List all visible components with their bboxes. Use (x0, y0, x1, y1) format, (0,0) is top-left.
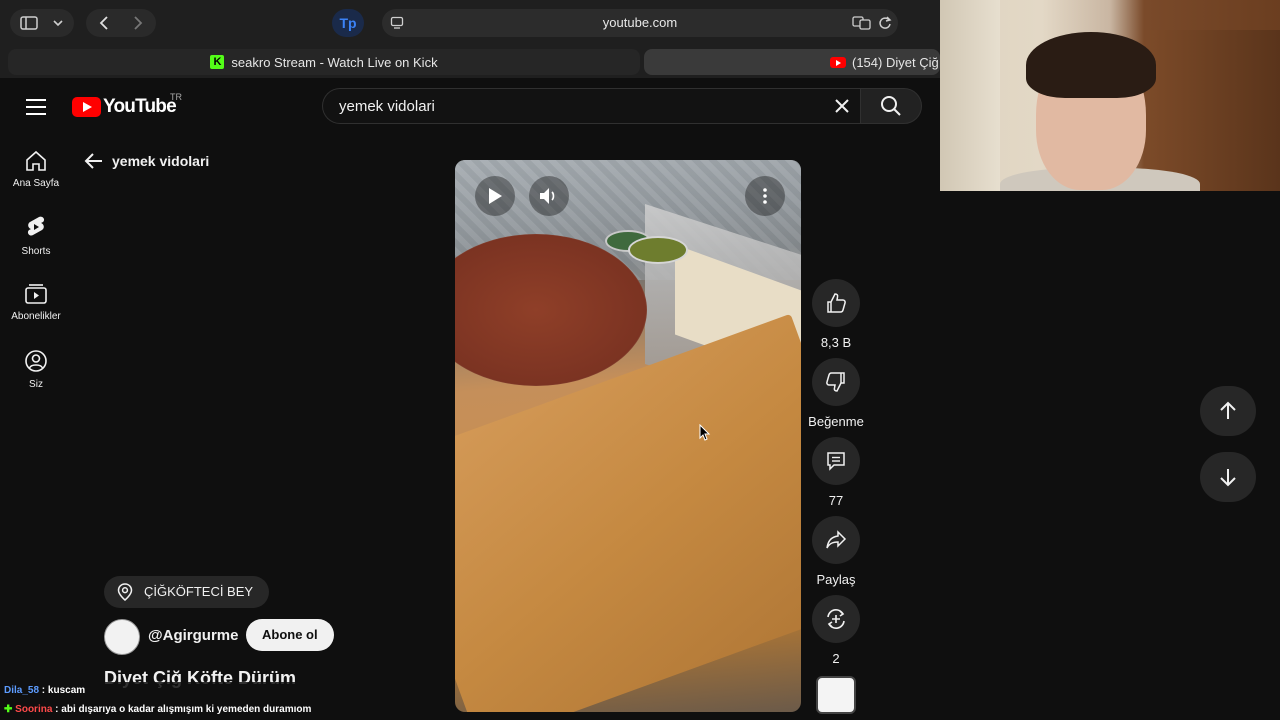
youtube-play-icon (72, 97, 101, 117)
chevron-down-icon (53, 20, 63, 27)
chat-username: Dila_58 (4, 685, 40, 696)
history-nav (86, 9, 156, 37)
nav-label: Abonelikler (11, 311, 61, 322)
tab-label: seakro Stream - Watch Live on Kick (231, 54, 438, 70)
webcam-scene (940, 0, 1000, 191)
location-label: ÇİĞKÖFTECİ BEY (144, 584, 254, 599)
nav-subscriptions[interactable]: Abonelikler (0, 283, 72, 322)
youtube-favicon-icon (830, 56, 846, 68)
previous-short-button[interactable] (1200, 386, 1256, 436)
comment-icon (827, 452, 845, 471)
address-bar[interactable]: youtube.com (382, 9, 898, 37)
short-video-player[interactable] (455, 160, 801, 712)
nav-you[interactable]: Siz (0, 349, 72, 390)
url-text: youtube.com (602, 15, 678, 30)
avatar[interactable] (104, 619, 140, 655)
arrow-left-icon (84, 153, 102, 169)
share-icon (826, 530, 847, 549)
next-short-button[interactable] (1200, 452, 1256, 502)
nav-home[interactable]: Ana Sayfa (0, 150, 72, 189)
logo-text: YouTube (103, 96, 177, 117)
share-label: Paylaş (816, 572, 856, 587)
youtube-header: YouTube TR yemek vidolari (0, 80, 940, 136)
region-code: TR (170, 92, 182, 102)
tab-youtube[interactable]: (154) Diyet Çiğ (644, 49, 940, 75)
like-action: 8,3 B (806, 279, 866, 350)
nav-label: Siz (29, 379, 43, 390)
arrow-up-icon (1220, 401, 1236, 419)
sidebar-icon (20, 16, 38, 30)
kick-icon: K (210, 55, 225, 69)
translate-icon[interactable] (852, 16, 872, 30)
thumbs-up-icon (827, 293, 846, 313)
webcam-scene (1150, 30, 1280, 191)
remix-action: 2 (806, 595, 866, 666)
volume-icon (540, 188, 555, 204)
chat-text: : abi dışarıya o kadar alışmışım ki yeme… (52, 704, 312, 715)
location-pin-icon (117, 583, 133, 601)
search-query: yemek vidolari (339, 98, 435, 115)
more-options-button[interactable] (745, 176, 785, 216)
play-icon (489, 188, 502, 204)
like-button[interactable] (812, 279, 860, 327)
channel-handle[interactable]: @Agirgurme (148, 627, 238, 644)
subscribe-button[interactable]: Abone ol (246, 619, 334, 651)
reload-icon[interactable] (878, 16, 892, 30)
arrow-down-icon (1220, 469, 1236, 487)
clear-icon[interactable] (832, 96, 852, 116)
like-count: 8,3 B (820, 335, 852, 350)
dislike-action: Beğenme (806, 358, 866, 429)
comments-button[interactable] (812, 437, 860, 485)
back-arrow-icon[interactable] (99, 16, 109, 30)
comment-count: 77 (828, 493, 844, 508)
nav-label: Shorts (21, 246, 51, 257)
tp-logo-icon: Tp (339, 15, 357, 31)
back-label: yemek vidolari (112, 153, 210, 169)
chat-message: Dila_58 : kuscam (4, 685, 85, 696)
sidebar-toggle-button[interactable] (10, 9, 74, 37)
dislike-button[interactable] (812, 358, 860, 406)
sound-thumbnail[interactable] (816, 676, 856, 714)
tab-bar: K seakro Stream - Watch Live on Kick (15… (0, 46, 940, 78)
location-chip[interactable]: ÇİĞKÖFTECİ BEY (104, 576, 270, 608)
play-button[interactable] (475, 176, 515, 216)
remix-button[interactable] (812, 595, 860, 643)
translate-extension-icon[interactable]: Tp (332, 9, 364, 37)
dislike-label: Beğenme (808, 414, 864, 429)
remix-icon (827, 609, 845, 629)
shorts-icon (27, 216, 45, 236)
more-vertical-icon (763, 188, 767, 204)
webcam-overlay (940, 0, 1280, 191)
search-button[interactable] (860, 88, 922, 124)
tab-label: (154) Diyet Çiğ (852, 54, 939, 70)
share-action: Paylaş (806, 516, 866, 587)
chat-text: : kuscam (39, 685, 86, 696)
remix-count: 2 (832, 651, 840, 666)
comments-action: 77 (806, 437, 866, 508)
subscriptions-icon (25, 284, 47, 304)
share-button[interactable] (812, 516, 860, 564)
search-input[interactable]: yemek vidolari (322, 88, 862, 124)
menu-icon[interactable] (26, 99, 46, 115)
chat-username: Soorina (15, 704, 53, 715)
thumbs-down-icon (826, 372, 845, 392)
search-icon (881, 96, 901, 116)
youtube-logo[interactable]: YouTube (72, 96, 177, 118)
plus-icon: ✚ (4, 704, 16, 715)
webcam-scene (1026, 32, 1156, 98)
video-scene (628, 236, 688, 264)
back-to-search[interactable]: yemek vidolari (84, 152, 209, 170)
browser-toolbar: Tp youtube.com (0, 0, 940, 46)
account-icon (25, 350, 47, 372)
nav-label: Ana Sayfa (12, 178, 60, 189)
nav-shorts[interactable]: Shorts (0, 216, 72, 257)
mute-button[interactable] (529, 176, 569, 216)
forward-arrow-icon[interactable] (133, 16, 143, 30)
mouse-cursor-icon (699, 424, 711, 441)
home-icon (26, 150, 46, 171)
stream-chat-overlay: Dila_58 : kuscam ✚ Soorina : abi dışarıy… (0, 682, 386, 720)
tab-kick-stream[interactable]: K seakro Stream - Watch Live on Kick (8, 49, 640, 75)
chat-message: ✚ Soorina : abi dışarıya o kadar alışmış… (4, 704, 311, 715)
